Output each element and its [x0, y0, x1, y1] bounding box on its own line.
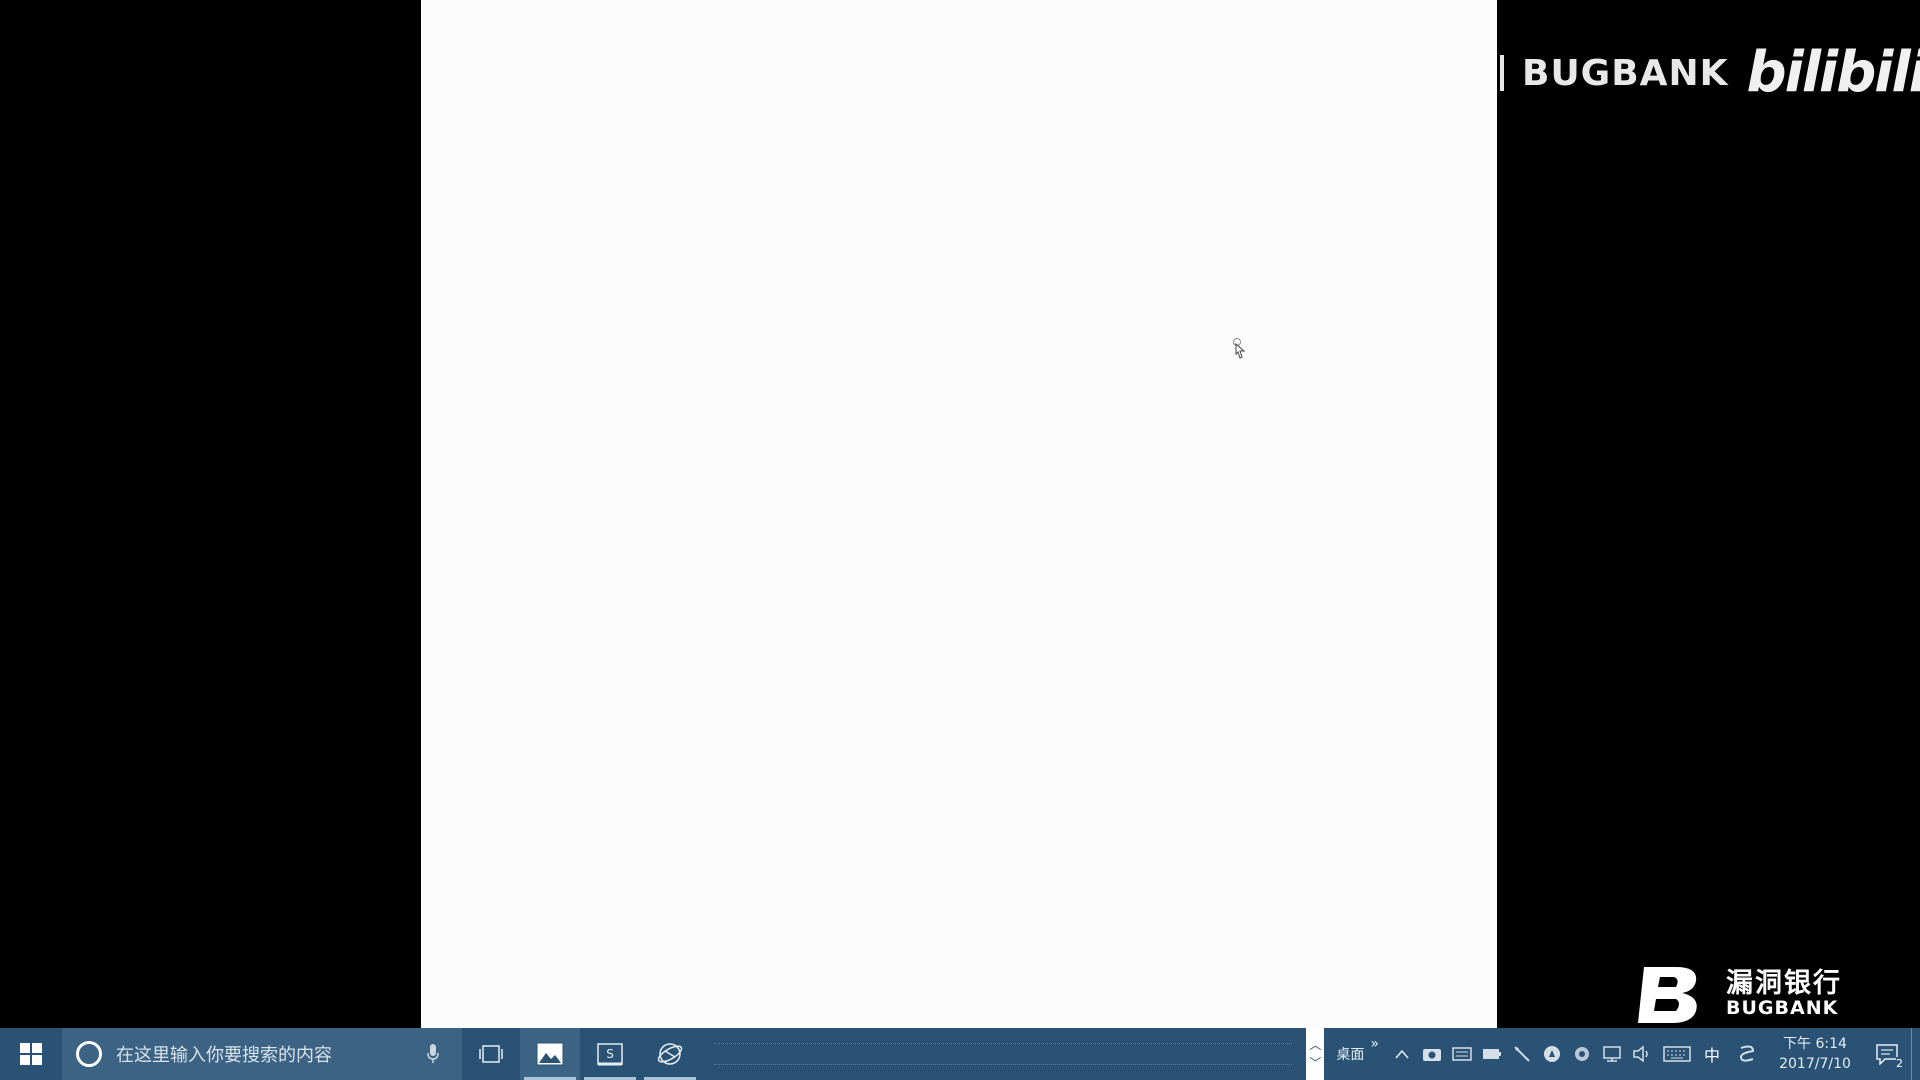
- chevron-up-icon[interactable]: ︿: [1309, 1036, 1321, 1054]
- task-view-icon: [479, 1045, 503, 1063]
- ime-language-indicator[interactable]: 中: [1697, 1028, 1727, 1080]
- windows-logo-icon: [20, 1043, 42, 1065]
- bugbank-logo-icon: [1638, 967, 1697, 1023]
- chevron-up-icon: [1395, 1049, 1409, 1059]
- action-center-button[interactable]: 2: [1863, 1028, 1911, 1080]
- taskbar: 在这里输入你要搜索的内容 S ︿ ﹀ 桌面 » 中 下午 6:14 2017/7…: [0, 1028, 1920, 1080]
- tray-circle-app-icon[interactable]: [1537, 1028, 1567, 1080]
- tray-network-icon[interactable]: [1597, 1028, 1627, 1080]
- tray-keyboard-app-icon[interactable]: [1447, 1028, 1477, 1080]
- cortana-icon: [76, 1041, 102, 1067]
- taskbar-empty-area[interactable]: [714, 1043, 1293, 1065]
- hand-cursor-icon: [1233, 338, 1246, 359]
- bilibili-logo: bilibili: [1746, 40, 1920, 105]
- tray-volume-icon[interactable]: [1627, 1028, 1657, 1080]
- tray-pen-icon[interactable]: [1507, 1028, 1537, 1080]
- watermark-name-en: BUGBANK: [1726, 997, 1839, 1020]
- globe-icon: [657, 1043, 683, 1065]
- tray-touch-keyboard-icon[interactable]: [1657, 1028, 1697, 1080]
- desktop-toolbar[interactable]: 桌面 »: [1324, 1036, 1387, 1064]
- toolbar-scroll[interactable]: ︿ ﹀: [1306, 1028, 1325, 1080]
- tray-settings-app-icon[interactable]: [1567, 1028, 1597, 1080]
- watermark-divider: [1500, 55, 1504, 91]
- task-view-button[interactable]: [462, 1028, 520, 1080]
- taskbar-app-sublime[interactable]: S: [580, 1028, 640, 1080]
- search-placeholder: 在这里输入你要搜索的内容: [116, 1045, 332, 1066]
- system-clock[interactable]: 下午 6:14 2017/7/10: [1767, 1028, 1863, 1080]
- watermark-top: BUGBANK bilibili: [1500, 38, 1920, 108]
- image-icon: [536, 1042, 564, 1066]
- show-hidden-icons-button[interactable]: [1387, 1028, 1417, 1080]
- show-desktop-button[interactable]: [1911, 1028, 1920, 1080]
- start-button[interactable]: [0, 1028, 62, 1080]
- tray-battery-icon[interactable]: [1477, 1028, 1507, 1080]
- search-input[interactable]: 在这里输入你要搜索的内容: [62, 1028, 462, 1080]
- watermark-bottom: 漏洞银行 BUGBANK: [1636, 962, 1842, 1026]
- desktop-screen: BUGBANK bilibili 漏洞银行 BUGBANK 在这里输入你要搜索的…: [0, 0, 1920, 1080]
- watermark-name-cn: 漏洞银行: [1726, 967, 1842, 999]
- editor-icon: S: [597, 1043, 623, 1066]
- notification-count-badge: 2: [1896, 1057, 1903, 1070]
- chevron-down-icon[interactable]: ﹀: [1309, 1054, 1321, 1072]
- clock-date: 2017/7/10: [1779, 1056, 1851, 1072]
- clock-time: 下午 6:14: [1783, 1036, 1847, 1052]
- desktop-toolbar-label: 桌面: [1336, 1047, 1365, 1063]
- watermark-brand: BUGBANK: [1522, 52, 1729, 94]
- tray-sogou-icon[interactable]: [1727, 1028, 1767, 1080]
- desktop-toolbar-expand-icon[interactable]: »: [1370, 1036, 1379, 1052]
- ime-label: 中: [1703, 1046, 1720, 1065]
- taskbar-app-browser[interactable]: [640, 1028, 700, 1080]
- taskbar-app-photos[interactable]: [520, 1028, 580, 1080]
- svg-text:S: S: [606, 1047, 614, 1061]
- blank-canvas-window[interactable]: [421, 0, 1497, 1028]
- microphone-icon[interactable]: [418, 1039, 448, 1069]
- tray-camera-icon[interactable]: [1417, 1028, 1447, 1080]
